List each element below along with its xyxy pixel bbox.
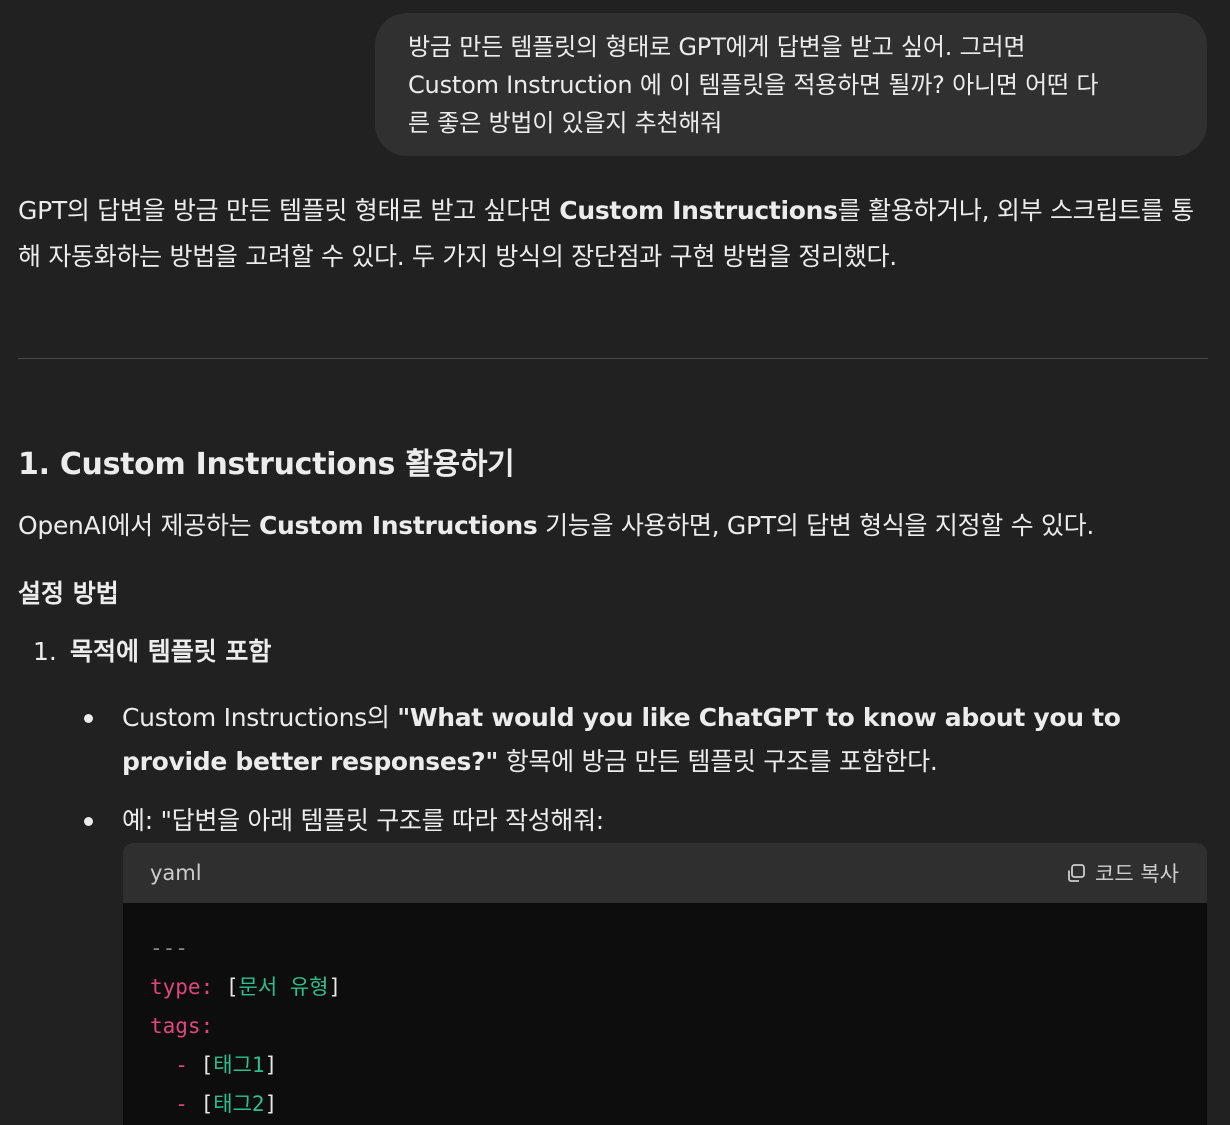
- ordered-list-item: 1. 목적에 템플릿 포함: [33, 632, 271, 672]
- bullet-dot: [84, 714, 93, 723]
- code-line: type: [문서 유형]: [150, 968, 1180, 1007]
- code-language-label: yaml: [150, 861, 202, 885]
- yaml-value: 문서 유형: [238, 975, 329, 999]
- copy-code-label: 코드 복사: [1095, 862, 1179, 886]
- code-line: tags:: [150, 1007, 1180, 1046]
- bullet-item: 예: "답변을 아래 템플릿 구조를 따라 작성해줘:: [84, 799, 1199, 843]
- intro-bold-text: Custom Instructions: [559, 196, 838, 225]
- bullet-text: Custom Instructions의 "What would you lik…: [122, 696, 1199, 784]
- section-paragraph: OpenAI에서 제공하는 Custom Instructions 기능을 사용…: [18, 506, 1094, 546]
- yaml-bracket: [: [200, 1092, 214, 1116]
- code-line: - [태그1]: [150, 1046, 1180, 1085]
- yaml-bracket: ]: [264, 1092, 278, 1116]
- yaml-key: tags:: [150, 1014, 214, 1038]
- list-number: 1.: [33, 637, 57, 666]
- user-message-line: 방금 만든 템플릿의 형태로 GPT에게 답변을 받고 싶어. 그러면: [408, 33, 1026, 61]
- bullet-text-rest: 항목에 방금 만든 템플릿 구조를 포함한다.: [498, 747, 938, 776]
- yaml-separator: ---: [150, 936, 188, 960]
- paragraph-text-rest: 기능을 사용하면, GPT의 답변 형식을 지정할 수 있다.: [537, 511, 1095, 540]
- yaml-value: 태그2: [213, 1092, 265, 1116]
- yaml-value: 태그1: [213, 1053, 265, 1077]
- bullet-item: Custom Instructions의 "What would you lik…: [84, 696, 1199, 784]
- user-message-bubble: 방금 만든 템플릿의 형태로 GPT에게 답변을 받고 싶어. 그러면 Cust…: [375, 13, 1207, 156]
- code-block: yaml 코드 복사 --- type: [문서 유형] tags: - [태그1]…: [123, 843, 1207, 1125]
- code-line: - [태그2]: [150, 1085, 1180, 1124]
- setup-heading: 설정 방법: [18, 579, 119, 608]
- copy-code-button[interactable]: 코드 복사: [1065, 858, 1179, 888]
- paragraph-text: OpenAI에서 제공하는: [18, 511, 259, 540]
- yaml-key: type:: [150, 975, 214, 999]
- yaml-bracket: [: [225, 975, 239, 999]
- divider: [18, 358, 1208, 359]
- section-heading: 1. Custom Instructions 활용하기: [18, 447, 515, 482]
- intro-text: GPT의 답변을 방금 만든 템플릿 형태로 받고 싶다면: [18, 196, 560, 225]
- code-line: ---: [150, 929, 1180, 968]
- user-message-line: 른 좋은 방법이 있을지 추천해줘: [408, 109, 723, 137]
- paragraph-bold-text: Custom Instructions: [258, 511, 538, 540]
- code-block-header: yaml 코드 복사: [123, 843, 1207, 903]
- list-item-text: 목적에 템플릿 포함: [70, 637, 272, 666]
- yaml-bracket: [: [200, 1053, 214, 1077]
- user-message-line: Custom Instruction 에 이 템플릿을 적용하면 될까? 아니면…: [408, 71, 1099, 99]
- yaml-list-dash: -: [175, 1092, 188, 1116]
- bullet-dot: [84, 817, 93, 826]
- yaml-bracket: ]: [264, 1053, 278, 1077]
- yaml-list-dash: -: [175, 1053, 188, 1077]
- bullet-text: 예: "답변을 아래 템플릿 구조를 따라 작성해줘:: [122, 806, 604, 835]
- code-content: --- type: [문서 유형] tags: - [태그1] - [태그2]: [123, 903, 1207, 1125]
- copy-icon: [1065, 862, 1087, 884]
- assistant-intro: GPT의 답변을 방금 만든 템플릿 형태로 받고 싶다면 Custom Ins…: [18, 188, 1208, 280]
- yaml-bracket: ]: [328, 975, 342, 999]
- bullet-text-part: Custom Instructions의: [122, 703, 398, 732]
- assistant-response: GPT의 답변을 방금 만든 템플릿 형태로 받고 싶다면 Custom Ins…: [18, 188, 1208, 280]
